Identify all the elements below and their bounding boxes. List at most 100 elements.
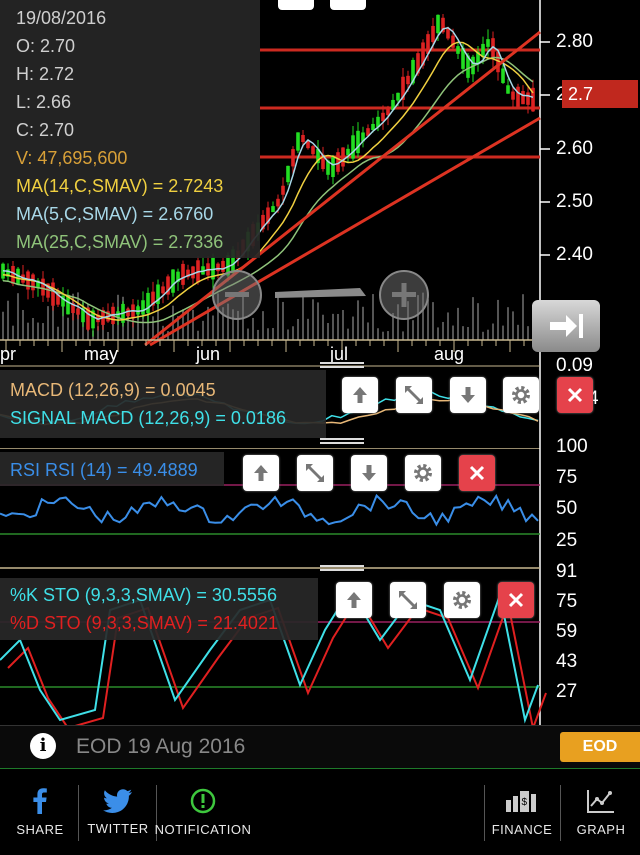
notification-button[interactable]: NOTIFICATION xyxy=(155,769,251,855)
volume-bar xyxy=(2,311,4,340)
info-ma14: MA(14,C,SMAV) = 2.7243 xyxy=(16,176,224,196)
macd-move-up-button[interactable] xyxy=(342,377,378,413)
twitter-button[interactable]: TWITTER xyxy=(86,769,150,855)
candle-body xyxy=(296,132,300,151)
month-label: pr xyxy=(0,344,17,364)
expand-icon xyxy=(306,464,324,482)
macd-remove-button[interactable] xyxy=(557,377,593,413)
sto-maximize-button[interactable] xyxy=(390,582,426,618)
status-bar: i EOD 19 Aug 2016 EOD xyxy=(0,725,640,769)
volume-bar xyxy=(452,325,454,340)
info-ma25: MA(25,C,SMAV) = 2.7336 xyxy=(16,232,224,252)
volume-bar xyxy=(312,299,314,340)
candle-body xyxy=(526,92,530,105)
volume-bar xyxy=(322,314,324,340)
candle-body xyxy=(396,92,400,101)
candle-body xyxy=(431,25,435,43)
volume-bar xyxy=(292,326,294,340)
volume-bar xyxy=(462,326,464,340)
sto-k-label: %K STO (9,3,3,SMAV) = 30.5556 xyxy=(10,585,277,605)
volume-bar xyxy=(527,326,529,340)
graph-button[interactable]: GRAPH xyxy=(568,769,634,855)
month-label: may xyxy=(84,344,119,364)
share-button[interactable]: SHARE xyxy=(10,769,70,855)
candle-body xyxy=(521,91,525,105)
candle-body xyxy=(506,85,510,94)
info-icon[interactable]: i xyxy=(30,733,56,759)
volume-bar xyxy=(277,297,279,340)
macd-move-down-button[interactable] xyxy=(450,377,486,413)
eod-status-text: EOD 19 Aug 2016 xyxy=(76,735,246,758)
rsi-move-down-button[interactable] xyxy=(351,455,387,491)
candle-body xyxy=(291,149,295,167)
volume-bar xyxy=(332,313,334,340)
candle-body xyxy=(301,134,305,143)
sto-move-up-button[interactable] xyxy=(336,582,372,618)
rsi-panel-drag-handle[interactable] xyxy=(320,438,364,444)
candle-body xyxy=(371,123,375,131)
alert-icon xyxy=(190,788,216,813)
macd-settings-button[interactable] xyxy=(503,377,539,413)
volume-bar xyxy=(457,307,459,340)
macd-panel-drag-handle[interactable] xyxy=(320,362,364,368)
gear-icon xyxy=(512,386,530,404)
rsi-maximize-button[interactable] xyxy=(297,455,333,491)
volume-bar xyxy=(512,311,514,340)
chart-area[interactable]: 19/08/2016 O: 2.70 H: 2.72 L: 2.66 C: 2.… xyxy=(0,0,640,725)
candle-body xyxy=(516,86,520,107)
graph-icon xyxy=(587,789,614,813)
volume-bar xyxy=(12,325,14,340)
close-icon xyxy=(469,465,485,481)
eod-badge-button[interactable]: EOD xyxy=(560,732,640,762)
info-close: C: 2.70 xyxy=(16,120,75,140)
candle-body xyxy=(181,263,185,285)
candle-body xyxy=(76,308,80,315)
volume-bar xyxy=(317,302,319,340)
macd-maximize-button[interactable] xyxy=(396,377,432,413)
info-volume: V: 47,695,600 xyxy=(16,148,128,168)
volume-bar xyxy=(252,317,254,340)
info-high: H: 2.72 xyxy=(16,64,75,84)
volume-bar xyxy=(192,309,194,340)
info-open: O: 2.70 xyxy=(16,36,76,56)
rsi-settings-button[interactable] xyxy=(405,455,441,491)
sto-axis-label: 43 xyxy=(556,651,578,672)
jump-to-end-icon xyxy=(550,314,583,338)
finance-button[interactable]: $ FINANCE xyxy=(492,769,552,855)
volume-bar xyxy=(362,306,364,340)
close-icon xyxy=(508,592,524,608)
volume-bar xyxy=(212,315,214,340)
jump-to-end-button[interactable] xyxy=(532,300,600,352)
volume-bar xyxy=(302,294,304,340)
rsi-move-up-button[interactable] xyxy=(243,455,279,491)
current-price-tag: 2.7 xyxy=(562,80,638,108)
rsi-remove-button[interactable] xyxy=(459,455,495,491)
volume-bar xyxy=(367,322,369,340)
volume-bar xyxy=(187,311,189,340)
twitter-label: TWITTER xyxy=(87,820,149,836)
chart-tool-button xyxy=(278,0,314,10)
volume-bar xyxy=(492,323,494,340)
sto-panel-drag-handle[interactable] xyxy=(320,565,364,571)
volume-bar xyxy=(382,331,384,340)
candle-body xyxy=(11,265,15,284)
candle-body xyxy=(31,274,35,291)
bottom-navigation: SHARE TWITTER NOTIFICATION $ FINANCE GRA… xyxy=(0,769,640,855)
share-label: SHARE xyxy=(16,821,64,837)
nav-divider xyxy=(560,785,561,841)
arrow-down-icon xyxy=(362,465,376,481)
sto-remove-button[interactable] xyxy=(498,582,534,618)
volume-bar xyxy=(502,325,504,340)
volume-bar xyxy=(247,328,249,340)
sto-settings-button[interactable] xyxy=(444,582,480,618)
month-label: aug xyxy=(434,344,465,364)
arrow-down-icon xyxy=(461,387,475,403)
macd-label: MACD (12,26,9) = 0.0045 xyxy=(10,380,216,400)
volume-bar xyxy=(287,329,289,340)
volume-bar xyxy=(57,326,59,340)
candle-body xyxy=(311,146,315,155)
finance-label: FINANCE xyxy=(491,821,553,837)
volume-bar xyxy=(377,328,379,340)
volume-bar xyxy=(477,303,479,340)
volume-bar xyxy=(437,327,439,340)
